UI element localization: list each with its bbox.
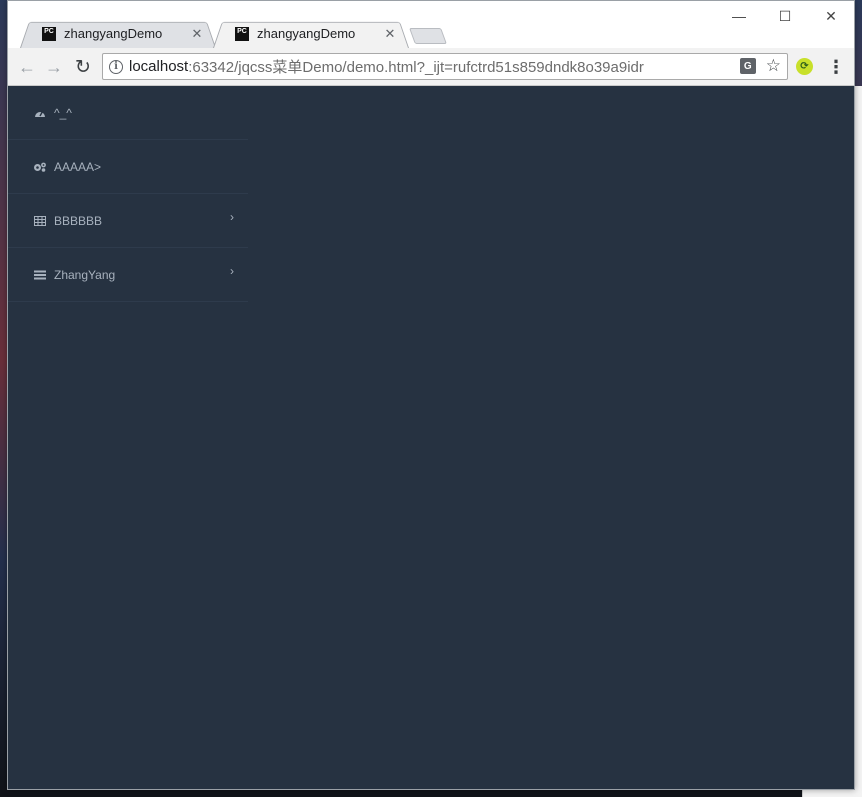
translate-icon[interactable]: G: [739, 58, 756, 74]
page-viewport: ^_^ AAAAA> BBBBBB › ZhangYang ›: [8, 86, 854, 789]
tab-close-icon[interactable]: ✕: [383, 26, 397, 42]
tab-title: zhangyangDemo: [257, 26, 356, 41]
url-host: localhost: [129, 58, 189, 75]
kebab-menu-icon[interactable]: ⋮: [827, 56, 845, 78]
window-controls: — ☐ ✕: [716, 1, 854, 31]
cogs-icon: [33, 162, 47, 172]
tab-zhangyangdemo-2[interactable]: PC zhangyangDemo ✕: [213, 19, 409, 48]
sidebar-item-label: BBBBBB: [54, 213, 103, 228]
sidebar-item-label: AAAAA>: [54, 159, 102, 174]
reload-icon[interactable]: ↻: [72, 56, 94, 78]
sidebar-menu: ^_^ AAAAA> BBBBBB › ZhangYang ›: [8, 86, 248, 302]
sidebar-item-aaaaa[interactable]: AAAAA>: [8, 140, 248, 194]
sidebar-item-home[interactable]: ^_^: [8, 86, 248, 140]
tab-title: zhangyangDemo: [64, 26, 163, 41]
close-window-button[interactable]: ✕: [808, 1, 854, 31]
forward-arrow-icon[interactable]: →: [43, 56, 65, 78]
sidebar-item-bbbbbb[interactable]: BBBBBB ›: [8, 194, 248, 248]
tab-zhangyangdemo-1[interactable]: PC zhangyangDemo ✕: [20, 19, 216, 48]
sidebar-item-zhangyang[interactable]: ZhangYang ›: [8, 248, 248, 302]
tab-close-icon[interactable]: ✕: [190, 26, 204, 42]
table-icon: [33, 215, 47, 226]
browser-toolbar: ← → ↻ i localhost:63342/jqcss菜单Demo/demo…: [8, 48, 854, 86]
sidebar-item-label: ^_^: [54, 105, 72, 120]
bookmark-star-icon[interactable]: ☆: [766, 57, 781, 74]
new-tab-button[interactable]: [409, 28, 447, 44]
chevron-right-icon: ›: [230, 210, 234, 224]
tab-strip: PC zhangyangDemo ✕ PC zhangyangDemo ✕ — …: [8, 1, 854, 48]
list-icon: [33, 270, 47, 280]
minimize-button[interactable]: —: [716, 1, 762, 31]
address-bar[interactable]: i localhost:63342/jqcss菜单Demo/demo.html?…: [102, 53, 788, 80]
back-arrow-icon[interactable]: ←: [16, 56, 38, 78]
browser-window: PC zhangyangDemo ✕ PC zhangyangDemo ✕ — …: [7, 0, 855, 790]
dashboard-icon: [33, 108, 47, 118]
info-icon[interactable]: i: [109, 59, 123, 74]
pycharm-favicon-icon: PC: [235, 26, 249, 41]
extension-icon[interactable]: ⟳: [796, 58, 813, 75]
maximize-button[interactable]: ☐: [762, 1, 808, 31]
url-path: :63342/jqcss菜单Demo/demo.html?_ijt=rufctr…: [188, 59, 644, 76]
pycharm-favicon-icon: PC: [42, 26, 56, 41]
omnibox-actions: G ☆: [739, 57, 781, 74]
sidebar-item-label: ZhangYang: [54, 267, 116, 282]
chevron-right-icon: ›: [230, 264, 234, 278]
